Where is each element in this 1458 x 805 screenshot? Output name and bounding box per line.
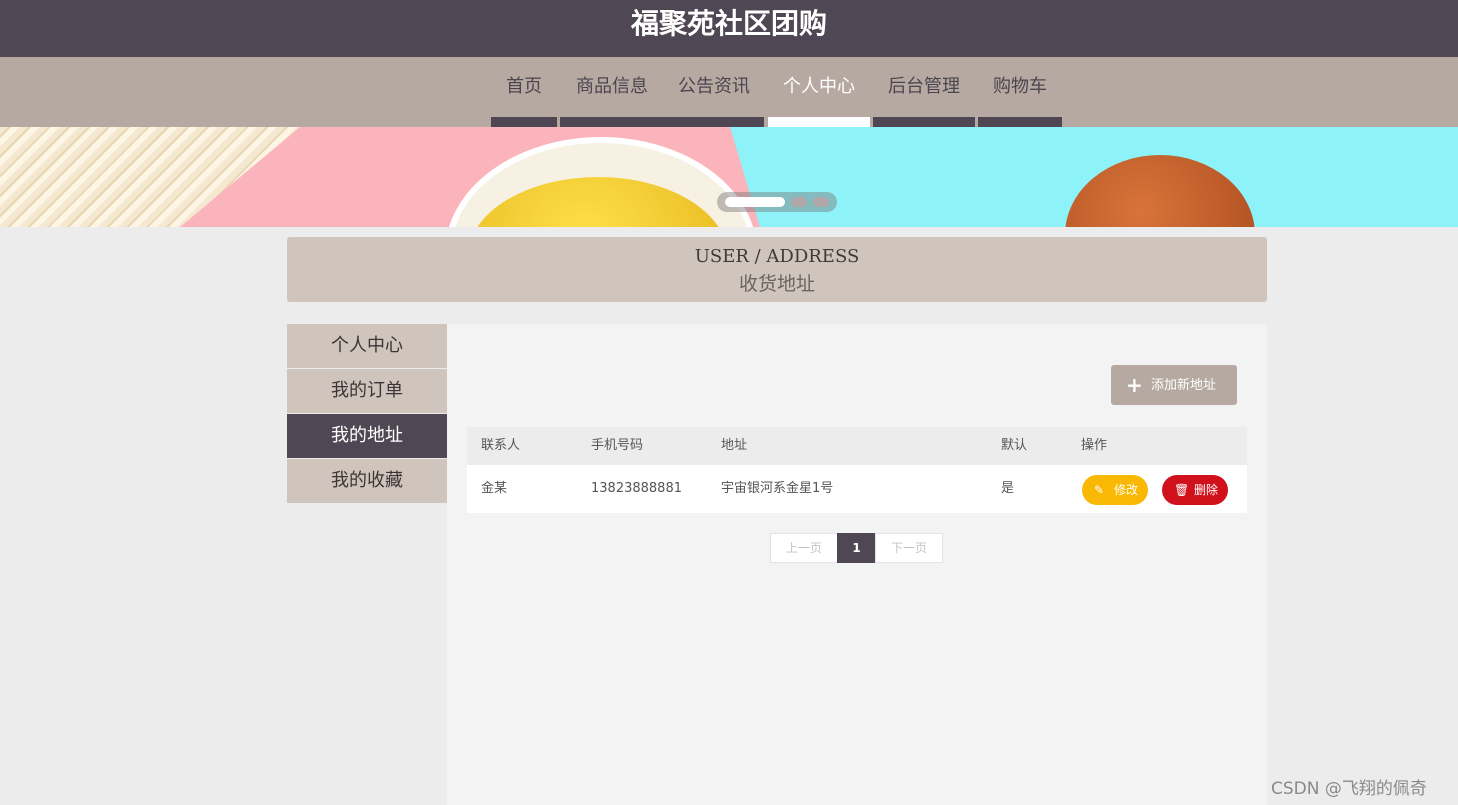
sidebar-item-my-favorites[interactable]: 我的收藏 <box>287 459 447 503</box>
nav-tab-indicator <box>873 117 975 127</box>
nav-tab-indicator <box>491 117 557 127</box>
page-title-panel: USER / ADDRESS 收货地址 <box>287 237 1267 302</box>
address-content: + 添加新地址 联系人 手机号码 地址 默认 操作 金某 13823888881… <box>447 324 1267 805</box>
main-nav: 首页 商品信息 公告资讯 个人中心 后台管理 购物车 <box>0 57 1458 127</box>
cell-default: 是 <box>1001 481 1015 496</box>
header-default: 默认 <box>1001 438 1028 453</box>
delete-address-button[interactable]: 🗑 删除 <box>1162 475 1228 505</box>
header-contact: 联系人 <box>481 438 521 453</box>
carousel-dot-active[interactable] <box>725 197 785 207</box>
user-sidebar: 个人中心 我的订单 我的地址 我的收藏 <box>287 324 447 504</box>
prev-page-button[interactable]: 上一页 <box>770 533 838 563</box>
cell-phone: 13823888881 <box>591 481 682 496</box>
carousel-dot[interactable] <box>791 197 807 207</box>
sidebar-item-user-center[interactable]: 个人中心 <box>287 324 447 368</box>
banner-spoon-image <box>1065 155 1255 227</box>
add-address-label: 添加新地址 <box>1151 378 1217 393</box>
cell-address: 宇宙银河系金星1号 <box>721 481 834 496</box>
header-actions: 操作 <box>1081 438 1108 453</box>
edit-label: 修改 <box>1114 483 1139 497</box>
address-table: 联系人 手机号码 地址 默认 操作 金某 13823888881 宇宙银河系金星… <box>467 427 1247 513</box>
banner-carousel <box>0 127 1458 227</box>
delete-label: 删除 <box>1194 483 1219 497</box>
header-address: 地址 <box>721 438 748 453</box>
nav-tab-indicator <box>978 117 1062 127</box>
next-page-button[interactable]: 下一页 <box>875 533 943 563</box>
add-address-button[interactable]: + 添加新地址 <box>1111 365 1237 405</box>
edit-address-button[interactable]: ✎ 修改 <box>1082 475 1148 505</box>
page-title-en: USER / ADDRESS <box>694 246 860 267</box>
header-phone: 手机号码 <box>591 438 644 453</box>
current-page-button[interactable]: 1 <box>837 533 876 563</box>
plus-icon: + <box>1126 373 1143 397</box>
site-title: 福聚苑社区团购 <box>630 7 827 40</box>
watermark: CSDN @飞翔的佩奇 <box>1271 779 1427 799</box>
pencil-icon: ✎ <box>1094 483 1105 497</box>
carousel-indicators <box>717 192 837 212</box>
site-header: 福聚苑社区团购 <box>0 0 1458 57</box>
trash-icon: 🗑 <box>1174 483 1190 497</box>
page-title-cn: 收货地址 <box>738 273 815 295</box>
table-row: 金某 13823888881 宇宙银河系金星1号 是 ✎ 修改 🗑 删除 <box>467 465 1247 513</box>
carousel-dot[interactable] <box>813 197 829 207</box>
sidebar-item-my-address[interactable]: 我的地址 <box>287 414 447 458</box>
nav-tab-indicator-active <box>768 117 870 127</box>
nav-tab-indicator <box>560 117 764 127</box>
sidebar-item-my-orders[interactable]: 我的订单 <box>287 369 447 413</box>
cell-contact: 金某 <box>481 481 508 496</box>
table-header: 联系人 手机号码 地址 默认 操作 <box>467 427 1247 465</box>
